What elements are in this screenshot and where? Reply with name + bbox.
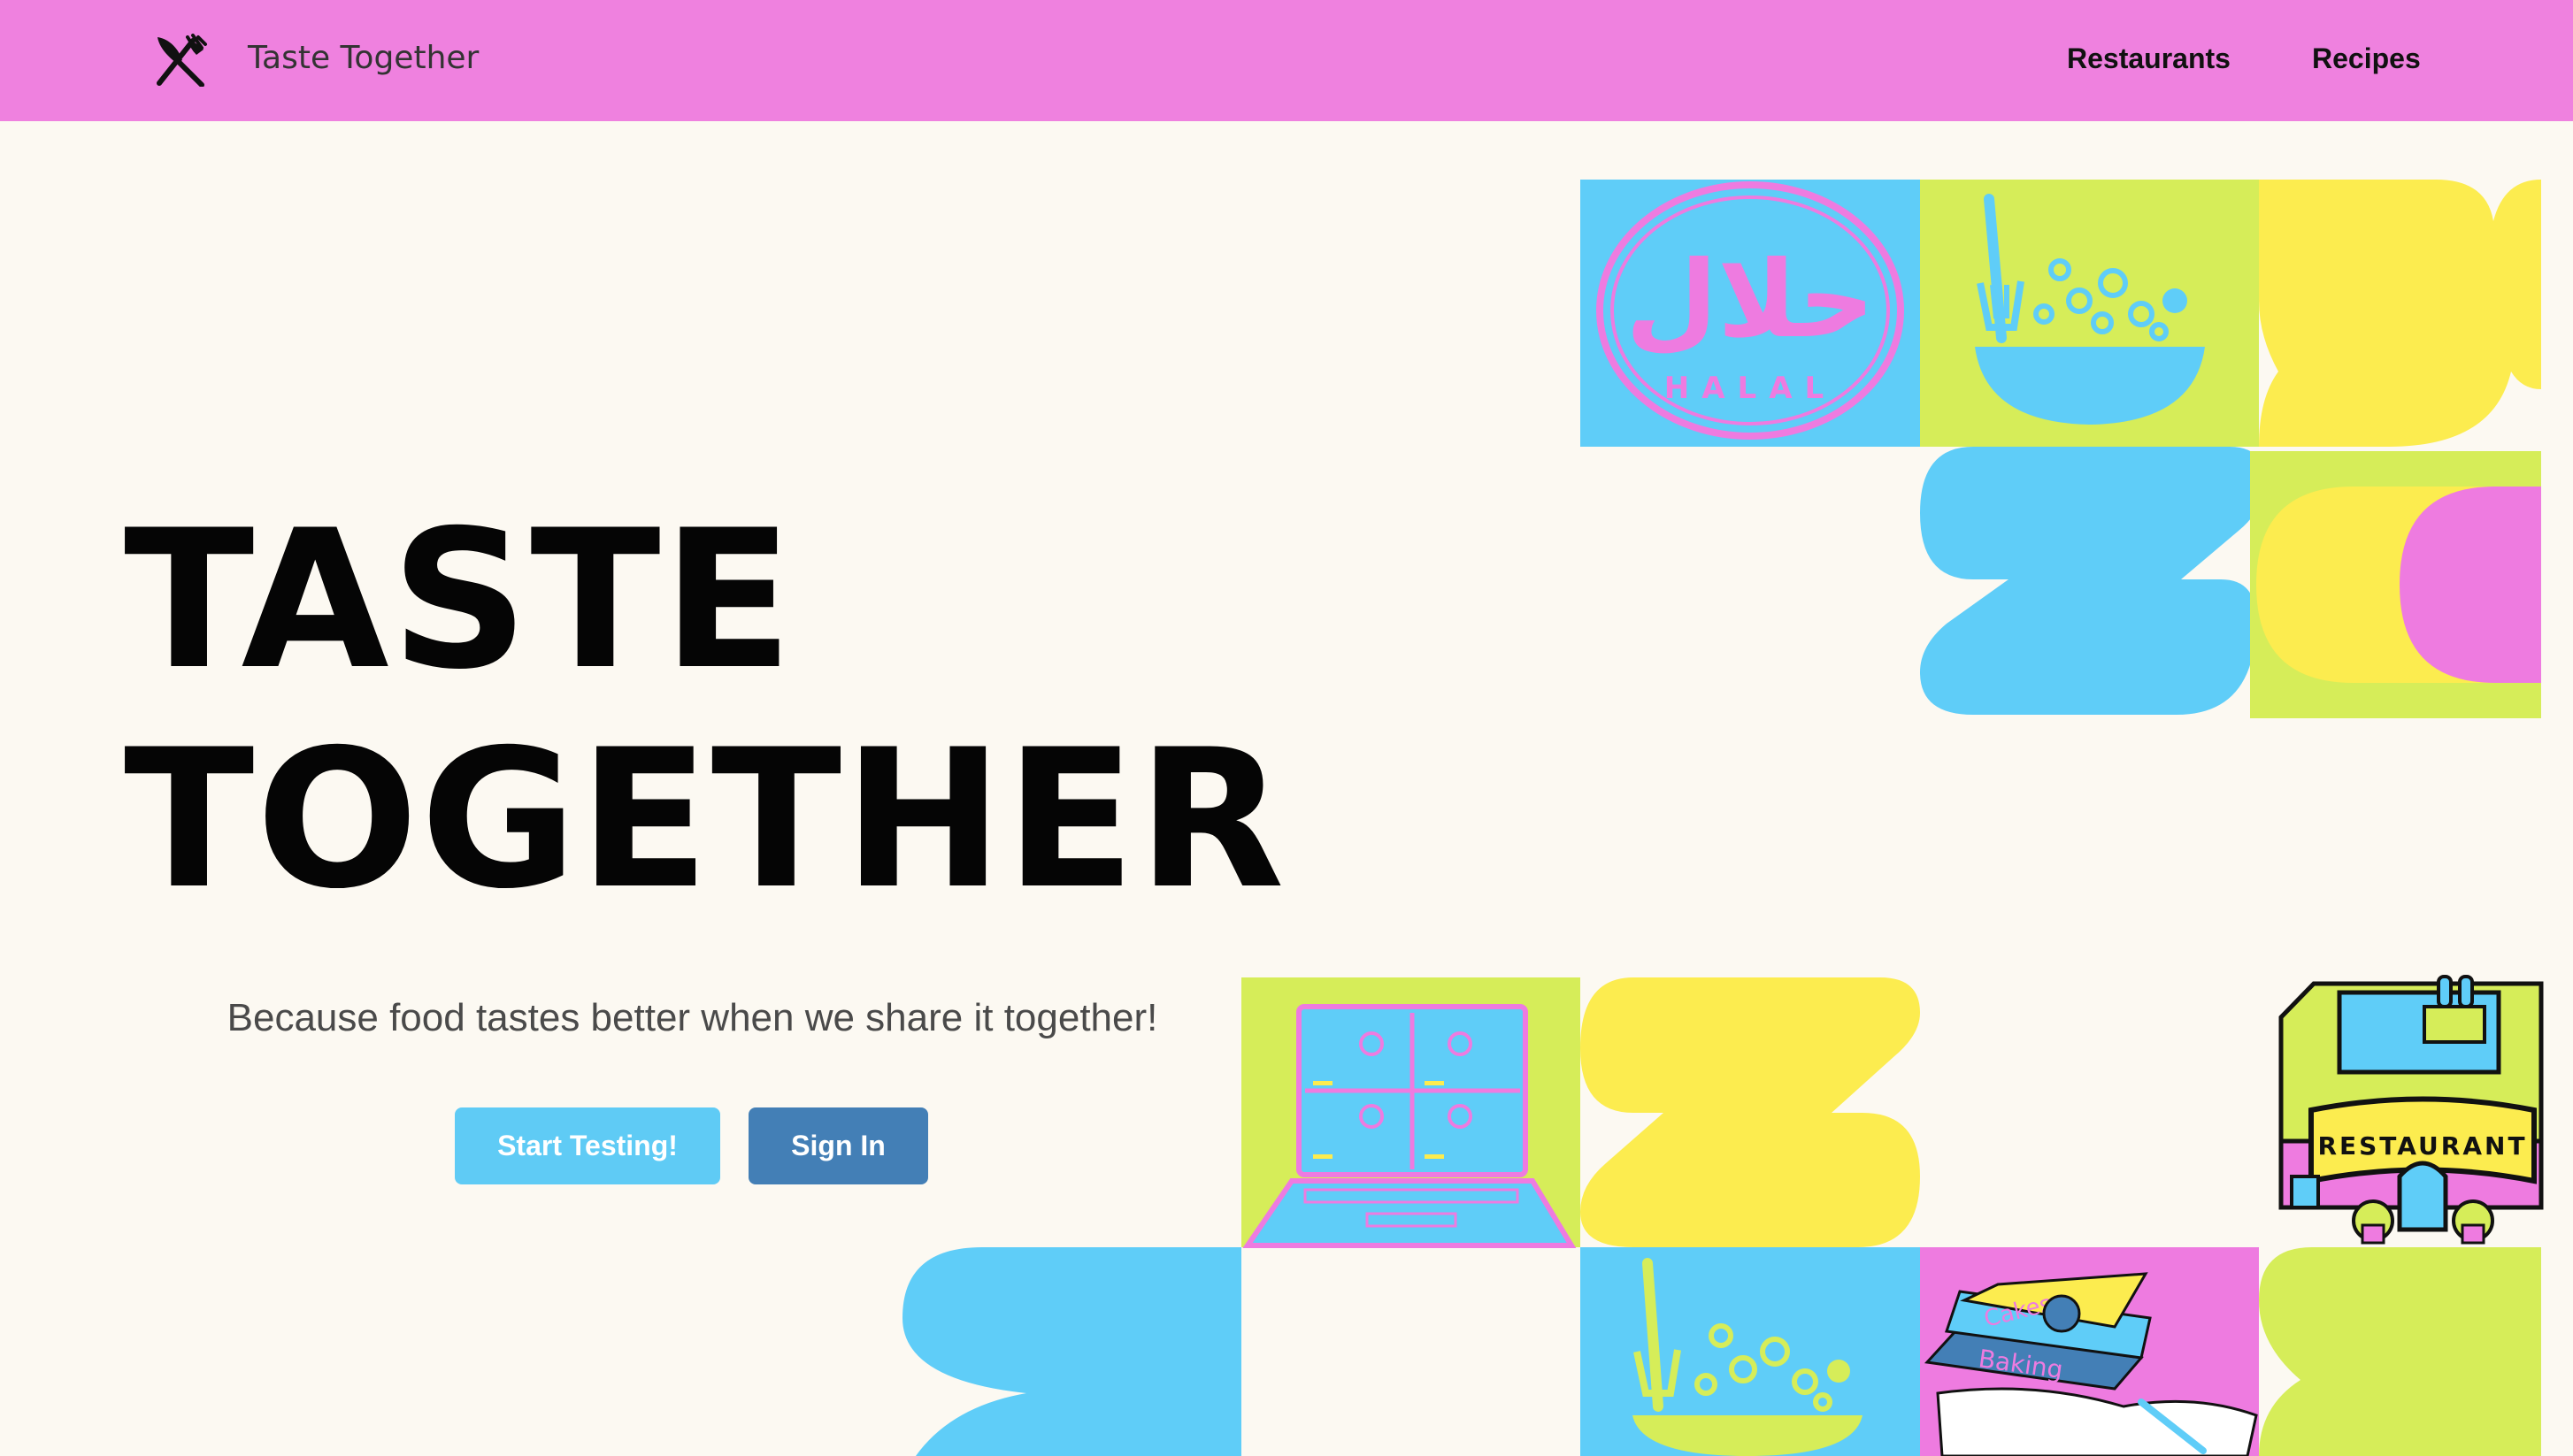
halal-tile: حلال HALAL xyxy=(1580,180,1920,447)
video-call-laptop-tile xyxy=(1241,977,1580,1248)
baking-books-tile: Cakes Baking xyxy=(1920,1247,2259,1456)
salad-bowl-tile xyxy=(1920,180,2259,447)
salad-bowl-tile-bottom xyxy=(1580,1247,1920,1456)
blue-corner-shape xyxy=(902,1247,1241,1456)
food-illustration-mosaic: حلال HALAL RESTAURANT Cakes Baking xyxy=(902,180,2544,1456)
lime-s-shape xyxy=(2259,1247,2541,1456)
halal-arabic-text: حلال xyxy=(1625,239,1875,362)
yellow-z-shape xyxy=(1580,977,1920,1247)
circles-tile xyxy=(2250,451,2541,718)
restaurant-sign-text: RESTAURANT xyxy=(2317,1131,2527,1161)
restaurant-building-tile: RESTAURANT xyxy=(2278,975,2544,1245)
halal-label-text: HALAL xyxy=(1664,371,1836,406)
blue-z-shape xyxy=(1920,447,2265,715)
yellow-wave-shape xyxy=(2259,180,2541,447)
